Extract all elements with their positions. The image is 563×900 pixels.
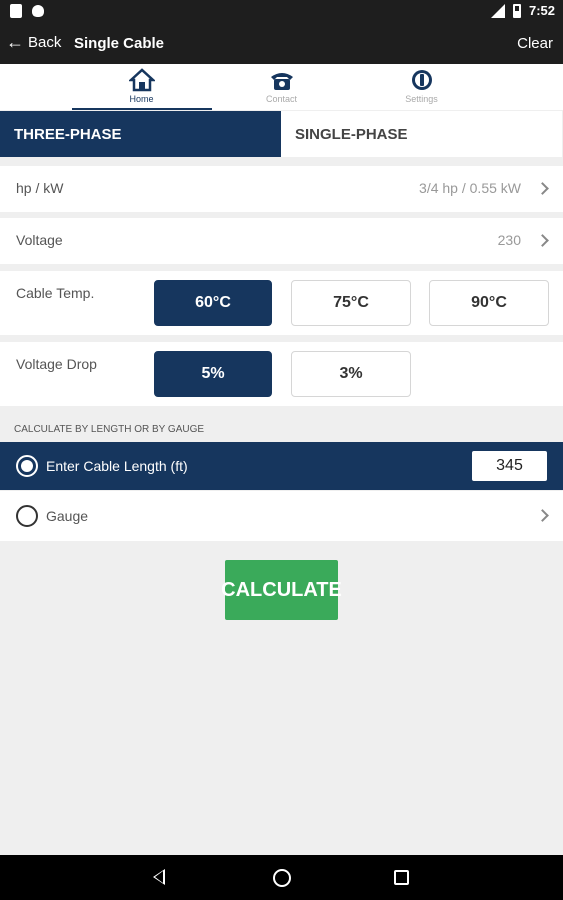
settings-icon: [408, 68, 436, 92]
voltage-value: 230: [497, 232, 521, 248]
nav-tabs: Home Contact Settings: [0, 64, 563, 110]
nav-recents-icon[interactable]: [394, 870, 409, 885]
drop-3-button[interactable]: 3%: [291, 351, 411, 397]
back-label: Back: [28, 33, 62, 51]
tab-three-phase[interactable]: THREE-PHASE: [0, 111, 281, 157]
cable-temp-label: Cable Temp.: [16, 285, 95, 301]
tab-settings[interactable]: Settings: [352, 64, 492, 110]
voltage-drop-row: Voltage Drop 5% 3%: [0, 342, 563, 406]
tab-contact[interactable]: Contact: [212, 64, 352, 110]
gauge-label: Gauge: [46, 508, 89, 524]
voltage-row[interactable]: Voltage 230: [0, 218, 563, 264]
length-radio[interactable]: [16, 455, 38, 477]
chevron-right-icon: [536, 234, 549, 247]
chevron-right-icon: [536, 182, 549, 195]
hp-kw-row[interactable]: hp / kW 3/4 hp / 0.55 kW: [0, 166, 563, 212]
drop-5-button[interactable]: 5%: [154, 351, 272, 397]
back-arrow-icon: ←: [6, 32, 24, 52]
app-bar: ← Back Single Cable Clear: [0, 24, 563, 64]
calculate-button[interactable]: CALCULATE: [221, 560, 342, 620]
apple-icon: [32, 5, 44, 17]
gauge-option-row[interactable]: Gauge: [0, 491, 563, 541]
calc-section-header: CALCULATE BY LENGTH OR BY GAUGE: [14, 424, 205, 435]
phase-tabs: THREE-PHASE SINGLE-PHASE: [0, 111, 563, 157]
hp-kw-label: hp / kW: [16, 180, 64, 196]
length-label: Enter Cable Length (ft): [46, 458, 188, 474]
cable-temp-row: Cable Temp. 60°C 75°C 90°C: [0, 271, 563, 335]
page-title: Single Cable: [74, 35, 165, 52]
voltage-label: Voltage: [16, 232, 63, 248]
voltage-drop-label: Voltage Drop: [16, 356, 97, 372]
tab-home[interactable]: Home: [71, 64, 212, 110]
back-button[interactable]: ← Back: [6, 33, 61, 51]
phone-icon: [268, 68, 296, 92]
temp-60-button[interactable]: 60°C: [154, 280, 272, 326]
signal-icon: [490, 3, 505, 18]
nav-home-icon[interactable]: [273, 869, 291, 887]
system-nav-bar: [0, 855, 563, 900]
status-time: 7:52: [528, 3, 555, 18]
chevron-right-icon: [536, 509, 549, 522]
cable-length-input[interactable]: [472, 451, 547, 481]
home-icon: [128, 68, 156, 92]
tab-single-phase[interactable]: SINGLE-PHASE: [281, 111, 562, 157]
tab-home-label: Home: [129, 94, 154, 104]
battery-icon: [512, 3, 521, 18]
clear-button[interactable]: Clear: [517, 35, 553, 52]
hp-kw-value: 3/4 hp / 0.55 kW: [419, 180, 521, 196]
temp-75-button[interactable]: 75°C: [291, 280, 411, 326]
tab-settings-label: Settings: [405, 94, 438, 104]
tab-contact-label: Contact: [265, 94, 298, 104]
notification-icon: [10, 4, 22, 18]
temp-90-button[interactable]: 90°C: [429, 280, 549, 326]
gauge-radio[interactable]: [16, 505, 38, 527]
nav-back-icon[interactable]: [153, 869, 165, 885]
status-bar: 7:52: [0, 0, 563, 24]
length-option-row[interactable]: Enter Cable Length (ft): [0, 442, 563, 490]
